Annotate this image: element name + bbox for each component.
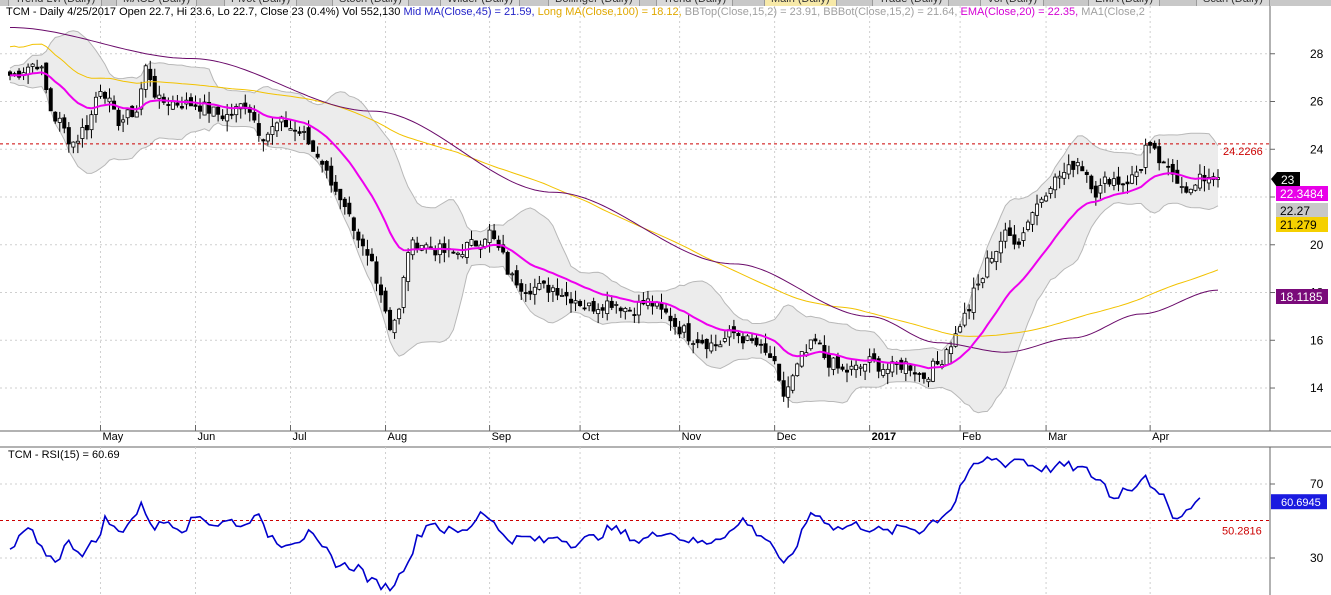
candle — [777, 363, 782, 382]
candle — [401, 275, 406, 314]
value-badge-text-3: 21.279 — [1280, 218, 1317, 232]
resistance-label: 24.2266 — [1223, 146, 1263, 158]
price-header: TCM - Daily 4/25/2017 Open 22.7, Hi 23.6… — [6, 6, 1145, 18]
price-tick-label-7: 28 — [1310, 47, 1324, 61]
rsi-header: TCM - RSI(15) = 60.69 — [8, 449, 120, 461]
x-tick-label-8: 2017 — [872, 431, 896, 443]
indicator-label-2: BBTop(Close,15,2) = 23.91, — [685, 6, 824, 18]
candle — [48, 86, 53, 112]
candle — [790, 373, 795, 394]
value-badge-text-2: 22.27 — [1280, 204, 1310, 218]
candle — [44, 62, 49, 94]
x-tick-label-6: Nov — [682, 431, 702, 443]
value-badge-0: 23 — [1271, 172, 1300, 187]
candle — [474, 240, 479, 247]
price-header-quote: TCM - Daily 4/25/2017 Open 22.7, Hi 23.6… — [6, 6, 403, 18]
rsi-tick-label-1: 70 — [1310, 477, 1324, 491]
chart-window: Trend Lvl (Daily)MACD (Daily)Pivot (Dail… — [0, 0, 1331, 595]
value-badge-text-1: 22.3484 — [1280, 187, 1324, 201]
rsi-value-badge: 60.6945 — [1271, 494, 1327, 510]
x-tick-label-5: Oct — [582, 431, 599, 443]
candle — [799, 351, 804, 368]
rsi-tick-label-0: 30 — [1310, 551, 1324, 565]
value-badge-3: 21.279 — [1276, 217, 1328, 232]
value-badge-4: 18.1185 — [1276, 289, 1328, 304]
price-tick-label-5: 24 — [1310, 142, 1324, 156]
rsi-y-axis: 30 70 — [1270, 477, 1324, 565]
indicator-label-3: BBBot(Close,15,2) = 21.64, — [823, 6, 960, 18]
candle — [808, 339, 813, 351]
price-tick-label-3: 20 — [1310, 238, 1324, 252]
x-tick-label-2: Jul — [293, 431, 307, 443]
value-badge-text-0: 23 — [1281, 173, 1295, 187]
indicator-label-5: MA1(Close,2 — [1081, 6, 1145, 18]
rsi-line — [9, 455, 1201, 592]
price-tick-label-1: 16 — [1310, 333, 1324, 347]
candle — [383, 287, 388, 314]
value-badge-1: 22.3484 — [1276, 186, 1328, 201]
candle — [944, 347, 949, 366]
x-tick-label-4: Sep — [492, 431, 512, 443]
indicator-label-0: Mid MA(Close,45) = 21.59, — [403, 6, 537, 18]
price-tick-label-6: 26 — [1310, 95, 1324, 109]
candle — [505, 250, 510, 275]
indicator-label-1: Long MA(Close,100) = 18.12, — [538, 6, 685, 18]
value-badge-2: 22.27 — [1276, 203, 1328, 218]
candle — [930, 358, 935, 383]
rsi-level-label: 50.2816 — [1222, 525, 1262, 537]
indicator-label-4: EMA(Close,20) = 22.35, — [961, 6, 1082, 18]
candle — [211, 106, 216, 117]
x-tick-label-9: Feb — [962, 431, 981, 443]
chart-canvas[interactable]: 1416182022242628 MayJunJulAugSepOctNovDe… — [0, 6, 1331, 595]
x-tick-label-1: Jun — [197, 431, 215, 443]
candle — [388, 307, 393, 332]
price-tick-label-0: 14 — [1310, 381, 1324, 395]
rsi-current-value: 60.6945 — [1281, 497, 1321, 509]
candle — [311, 139, 316, 152]
x-tick-label-11: Apr — [1152, 431, 1169, 443]
candle — [130, 104, 135, 118]
x-tick-label-10: Mar — [1048, 431, 1067, 443]
x-tick-label-7: Dec — [777, 431, 797, 443]
candle — [795, 362, 800, 377]
x-tick-label-0: May — [102, 431, 123, 443]
candle — [1193, 184, 1198, 192]
value-badge-text-4: 18.1185 — [1280, 290, 1323, 304]
x-tick-label-3: Aug — [388, 431, 408, 443]
